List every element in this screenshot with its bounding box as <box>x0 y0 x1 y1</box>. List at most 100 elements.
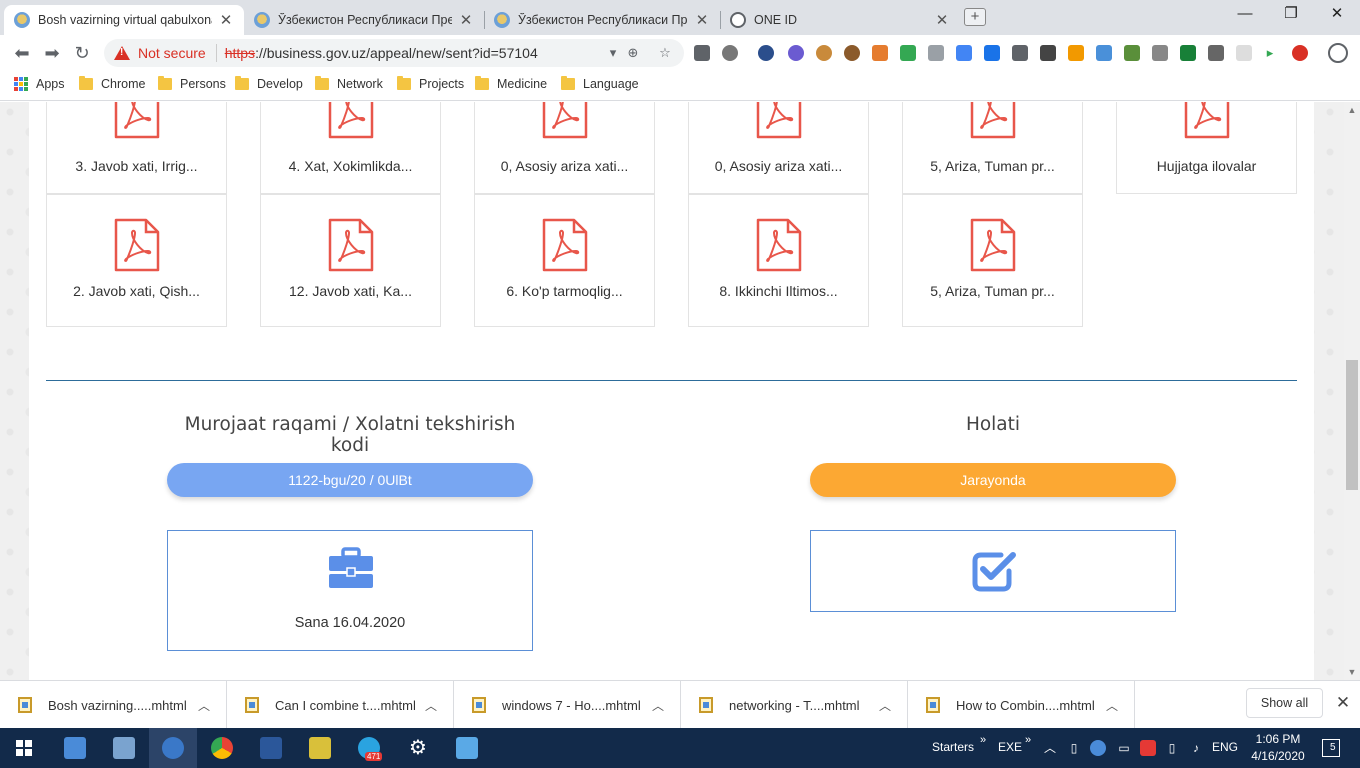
start-button[interactable] <box>0 728 48 768</box>
new-tab-button[interactable]: + <box>964 8 986 26</box>
flag-icon[interactable] <box>1152 45 1168 61</box>
toolbar-expand-icon[interactable]: » <box>980 734 986 746</box>
taskbar-app[interactable] <box>296 728 344 768</box>
shield-icon[interactable] <box>1208 45 1224 61</box>
extension-icon[interactable] <box>872 45 888 61</box>
play-icon[interactable]: ▸ <box>1262 45 1278 61</box>
attachment-file[interactable]: Hujjatga ilovalar <box>1116 102 1297 194</box>
tab-president-1[interactable]: Ўзбекистон Республикаси Президенти ✕ <box>244 5 484 35</box>
show-hidden-icons-icon[interactable]: ︿ <box>1042 740 1058 756</box>
attachment-file[interactable]: 4. Xat, Xokimlikda... <box>260 102 441 194</box>
tab-close-icon[interactable]: ✕ <box>458 11 474 29</box>
toolbar-exe[interactable]: EXE <box>998 740 1022 754</box>
extension-icon[interactable] <box>722 45 738 61</box>
search-icon[interactable] <box>928 45 944 61</box>
bookmark-folder-develop[interactable]: Develop <box>235 76 303 91</box>
tray-app-icon[interactable] <box>1140 740 1156 756</box>
extension-icon[interactable] <box>1040 45 1056 61</box>
toolbar-expand-icon[interactable]: » <box>1025 734 1031 746</box>
tab-close-icon[interactable]: ✕ <box>694 11 710 29</box>
extension-icon[interactable] <box>1096 45 1112 61</box>
zoom-icon[interactable]: ⊕ <box>624 44 642 62</box>
taskbar-word[interactable] <box>247 728 295 768</box>
address-bar[interactable]: Not secure https ://business.gov.uz/appe… <box>104 39 684 67</box>
language-indicator[interactable]: ENG <box>1212 740 1238 754</box>
scroll-down-arrow-icon[interactable]: ▼ <box>1344 664 1360 680</box>
extension-icon[interactable] <box>1068 45 1084 61</box>
forward-button[interactable]: ➡ <box>40 41 64 65</box>
volume-icon[interactable]: ♪ <box>1188 740 1204 756</box>
chevron-up-icon[interactable]: ︿ <box>198 697 210 714</box>
error-icon[interactable] <box>1292 45 1308 61</box>
taskbar-settings[interactable]: ⚙ <box>394 728 442 768</box>
chevron-up-icon[interactable]: ︿ <box>1106 697 1118 714</box>
network-icon[interactable]: ▭ <box>1116 740 1132 756</box>
download-item[interactable]: windows 7 - Ho....mhtml ︿ <box>454 681 681 729</box>
download-item[interactable]: Bosh vazirning.....mhtml ︿ <box>0 681 227 729</box>
reload-button[interactable]: ↻ <box>70 41 94 65</box>
scroll-up-arrow-icon[interactable]: ▲ <box>1344 102 1360 118</box>
vertical-scrollbar[interactable]: ▲ ▼ <box>1344 102 1360 680</box>
bookmark-apps[interactable]: Apps <box>14 77 65 91</box>
translate-icon[interactable] <box>984 45 1000 61</box>
link-icon[interactable] <box>956 45 972 61</box>
taskbar-telegram[interactable]: 471 <box>345 728 393 768</box>
extension-icon[interactable] <box>758 45 774 61</box>
scrollbar-thumb[interactable] <box>1346 360 1358 490</box>
system-clock[interactable]: 1:06 PM 4/16/2020 <box>1248 731 1308 765</box>
bookmark-folder-language[interactable]: Language <box>561 76 639 91</box>
tab-president-2[interactable]: Ўзбекистон Республикаси Президенти ✕ <box>484 5 720 35</box>
download-item[interactable]: Can I combine t....mhtml ︿ <box>227 681 454 729</box>
toolbar-starters[interactable]: Starters <box>932 740 974 754</box>
restore-button[interactable]: ❐ <box>1268 0 1314 30</box>
security-label[interactable]: Not secure <box>138 45 206 61</box>
minimize-button[interactable]: — <box>1222 0 1268 30</box>
dropdown-icon[interactable]: ▾ <box>604 44 622 62</box>
attachment-file[interactable]: 2. Javob xati, Qish... <box>46 194 227 327</box>
attachment-file[interactable]: 0, Asosiy ariza xati... <box>474 102 655 194</box>
battery-icon[interactable]: ▯ <box>1164 740 1180 756</box>
taskbar-app[interactable] <box>100 728 148 768</box>
bookmark-folder-projects[interactable]: Projects <box>397 76 464 91</box>
extension-icon[interactable] <box>1236 45 1252 61</box>
show-all-downloads-button[interactable]: Show all <box>1246 688 1323 718</box>
extension-icon[interactable] <box>900 45 916 61</box>
taskbar-chrome[interactable] <box>198 728 246 768</box>
attachment-file[interactable]: 8. Ikkinchi Iltimos... <box>688 194 869 327</box>
attachment-file[interactable]: 6. Ko'p tarmoqlig... <box>474 194 655 327</box>
cookie-icon[interactable] <box>816 45 832 61</box>
tab-close-icon[interactable]: ✕ <box>934 11 950 29</box>
extension-icon[interactable] <box>1012 45 1028 61</box>
chevron-up-icon[interactable]: ︿ <box>879 697 891 714</box>
tab-bosh-vazir[interactable]: Bosh vazirning virtual qabulxonasi ✕ <box>4 5 244 35</box>
taskbar-file-explorer[interactable] <box>51 728 99 768</box>
close-window-button[interactable]: ✕ <box>1314 0 1360 30</box>
extension-icon[interactable] <box>844 45 860 61</box>
extension-icon[interactable] <box>1180 45 1196 61</box>
download-item[interactable]: How to Combin....mhtml ︿ <box>908 681 1135 729</box>
bookmark-folder-persons[interactable]: Persons <box>158 76 226 91</box>
bookmark-folder-chrome[interactable]: Chrome <box>79 76 145 91</box>
tab-one-id[interactable]: ONE ID ✕ <box>720 5 960 35</box>
usb-icon[interactable]: ▯ <box>1066 740 1082 756</box>
bookmark-folder-network[interactable]: Network <box>315 76 383 91</box>
taskbar-browser[interactable] <box>149 728 197 768</box>
bookmark-folder-medicine[interactable]: Medicine <box>475 76 547 91</box>
extension-icon[interactable] <box>788 45 804 61</box>
back-button[interactable]: ⬅ <box>10 41 34 65</box>
attachment-file[interactable]: 12. Javob xati, Ka... <box>260 194 441 327</box>
attachment-file[interactable]: 5, Ariza, Tuman pr... <box>902 102 1083 194</box>
extension-icon[interactable] <box>694 45 710 61</box>
attachment-file[interactable]: 5, Ariza, Tuman pr... <box>902 194 1083 327</box>
close-downloads-icon[interactable]: ✕ <box>1334 692 1352 714</box>
bookmark-star-icon[interactable]: ☆ <box>656 44 674 62</box>
taskbar-app[interactable] <box>443 728 491 768</box>
extension-icon[interactable] <box>1124 45 1140 61</box>
profile-avatar-icon[interactable] <box>1328 43 1348 63</box>
attachment-file[interactable]: 0, Asosiy ariza xati... <box>688 102 869 194</box>
attachment-file[interactable]: 3. Javob xati, Irrig... <box>46 102 227 194</box>
tray-app-icon[interactable] <box>1090 740 1106 756</box>
tab-close-icon[interactable]: ✕ <box>218 11 234 29</box>
chevron-up-icon[interactable]: ︿ <box>425 697 437 714</box>
chevron-up-icon[interactable]: ︿ <box>652 697 664 714</box>
